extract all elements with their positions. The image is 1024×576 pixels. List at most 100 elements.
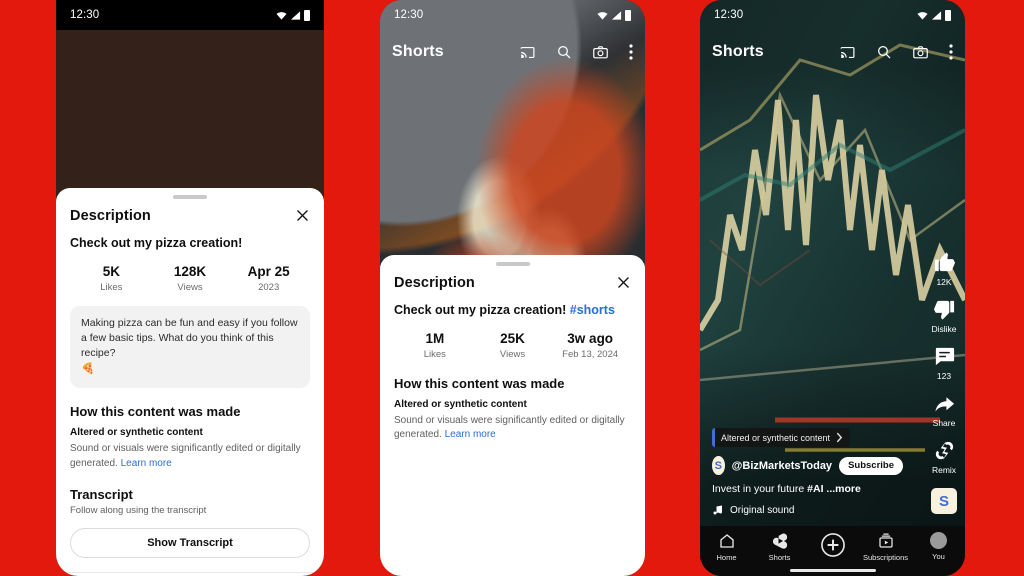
avatar[interactable]: S: [712, 456, 725, 475]
shorts-header: Shorts: [700, 30, 965, 74]
phone-mockup-3: 12:30 Shorts 12K Dislike 123 Share Remix…: [700, 0, 965, 576]
status-bar: 12:30: [56, 0, 324, 30]
remix-label: Remix: [931, 465, 957, 475]
status-bar-icons: [917, 9, 951, 21]
status-bar: 12:30: [700, 0, 965, 30]
stat-value: Apr 25: [247, 263, 290, 279]
comment-count: 123: [936, 371, 952, 381]
page-title: Shorts: [392, 43, 444, 60]
stat-value: 1M: [425, 330, 445, 346]
thumbs-up-icon: [933, 251, 956, 274]
wifi-icon: [917, 11, 928, 20]
remix-button[interactable]: Remix: [932, 439, 956, 475]
stat-value: 25K: [500, 330, 525, 346]
shorts-meta-overlay: Altered or synthetic content S @BizMarke…: [712, 428, 903, 517]
battery-icon: [304, 9, 310, 21]
stat-label: Views: [177, 281, 203, 293]
how-made-title: How this content was made: [70, 404, 241, 420]
chevron-right-icon: [836, 432, 843, 443]
stat-date: 3w ago Feb 13, 2024: [551, 331, 629, 360]
camera-icon[interactable]: [912, 44, 929, 61]
create-plus-icon: [820, 533, 845, 557]
channel-row: S @BizMarketsToday Subscribe: [712, 456, 903, 475]
channel-name[interactable]: @BizMarketsToday: [732, 460, 832, 472]
how-made-body: Sound or visuals were significantly edit…: [56, 438, 324, 471]
learn-more-link[interactable]: Learn more: [445, 429, 496, 440]
caption-text: Check out my pizza creation!: [394, 302, 567, 317]
close-icon: [618, 277, 629, 288]
nav-label: You: [932, 552, 945, 561]
synthetic-content-label: Altered or synthetic content: [721, 432, 831, 443]
status-bar: 12:30: [380, 0, 645, 30]
nav-item-you[interactable]: You: [912, 532, 965, 561]
video-caption[interactable]: Invest in your future #AI ...more: [712, 483, 903, 495]
show-transcript-button[interactable]: Show Transcript: [70, 528, 310, 559]
sheet-title: Description: [70, 207, 151, 224]
description-textbox: Making pizza can be fun and easy if you …: [70, 305, 310, 389]
nav-item-create[interactable]: [806, 532, 859, 558]
sheet-title: Description: [394, 274, 475, 291]
comment-icon: [933, 345, 956, 368]
caption-text: Invest in your future: [712, 483, 808, 495]
status-bar-icons: [276, 9, 310, 21]
home-indicator: [789, 569, 876, 572]
description-text: Making pizza can be fun and easy if you …: [81, 316, 298, 360]
sound-row[interactable]: Original sound: [712, 504, 903, 516]
nav-label: Subscriptions: [862, 553, 909, 562]
video-caption: Check out my pizza creation!: [70, 235, 243, 250]
share-button[interactable]: Share: [933, 392, 956, 428]
caption-hashtag: #AI: [807, 483, 824, 495]
status-bar-icons: [597, 9, 631, 21]
channel-avatar-button[interactable]: S: [931, 488, 957, 514]
transcript-subtitle: Follow along using the transcript: [70, 505, 207, 517]
close-icon: [297, 210, 308, 221]
stat-views: 25K Views: [474, 331, 552, 360]
shorts-header: Shorts: [380, 30, 645, 74]
camera-icon[interactable]: [592, 44, 609, 61]
stat-value: 5K: [102, 263, 120, 279]
cast-icon[interactable]: [519, 44, 536, 61]
stat-views: 128K Views: [151, 264, 230, 293]
subscribe-button[interactable]: Subscribe: [839, 456, 903, 475]
share-icon: [933, 392, 956, 415]
more-vertical-icon[interactable]: [949, 44, 953, 60]
remix-icon: [933, 439, 956, 462]
caption-more: ...more: [823, 483, 861, 495]
account-avatar-icon: [930, 532, 947, 549]
stat-label: Feb 13, 2024: [562, 348, 619, 360]
learn-more-link[interactable]: Learn more: [121, 458, 172, 469]
caption-hashtag[interactable]: #shorts: [570, 303, 615, 317]
video-stats-row: 1M Likes 25K Views 3w ago Feb 13, 2024: [380, 318, 645, 360]
sheet-title-row: Description: [380, 266, 645, 291]
how-made-title: How this content was made: [394, 375, 565, 391]
like-count: 12K: [936, 277, 952, 287]
battery-icon: [625, 9, 631, 21]
phone2-description-sheet: Description Check out my pizza creation!…: [380, 255, 645, 576]
page-title: Shorts: [712, 43, 764, 60]
header-actions: [519, 44, 633, 61]
stat-date: Apr 25 2023: [229, 264, 308, 293]
phone-mockup-2: 12:30 Shorts Description Check out my pi…: [380, 0, 645, 576]
search-icon[interactable]: [876, 44, 892, 60]
dislike-button[interactable]: Dislike: [931, 298, 957, 334]
close-button[interactable]: [616, 275, 631, 290]
dislike-label: Dislike: [931, 324, 957, 334]
stat-label: Views: [499, 348, 526, 360]
shorts-action-rail: 12K Dislike 123 Share Remix S: [931, 251, 957, 514]
like-button[interactable]: 12K: [933, 251, 956, 287]
signal-icon: [931, 10, 942, 20]
video-caption: Check out my pizza creation! #shorts: [380, 291, 645, 318]
pizza-emoji-icon: 🍕: [81, 363, 95, 376]
nav-item-home[interactable]: Home: [700, 532, 753, 562]
synthetic-content-chip[interactable]: Altered or synthetic content: [712, 428, 851, 447]
nav-item-subscriptions[interactable]: Subscriptions: [859, 532, 912, 562]
header-actions: [839, 44, 953, 61]
nav-item-shorts[interactable]: Shorts: [753, 532, 806, 562]
search-icon[interactable]: [556, 44, 572, 60]
cast-icon[interactable]: [839, 44, 856, 61]
sound-label: Original sound: [730, 504, 795, 516]
more-vertical-icon[interactable]: [629, 44, 633, 60]
comments-button[interactable]: 123: [933, 345, 956, 381]
close-button[interactable]: [295, 208, 310, 223]
battery-icon: [945, 9, 951, 21]
